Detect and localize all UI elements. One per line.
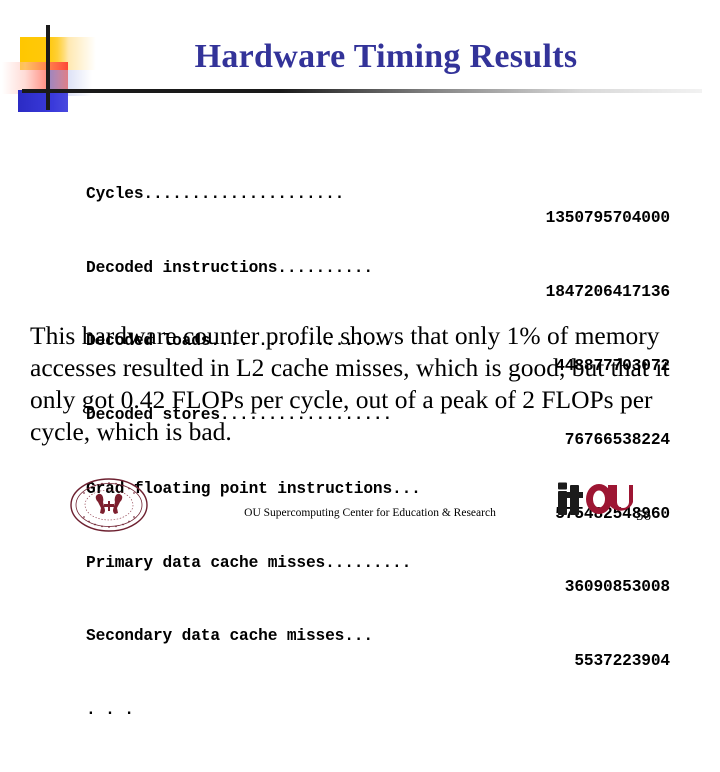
itou-logo xyxy=(556,481,634,521)
deco-horizontal-rule xyxy=(22,89,702,93)
body-paragraph: This hardware counter profile shows that… xyxy=(30,321,670,446)
listing-row: Cycles..................... 135079570400… xyxy=(86,157,670,228)
listing-row-label: . . . xyxy=(86,701,134,720)
university-seal-icon xyxy=(66,474,152,536)
listing-row: . . . xyxy=(86,674,670,719)
listing-row-value: 1847206417136 xyxy=(545,283,670,302)
listing-row-label: Cycles..................... xyxy=(86,184,345,203)
page-title: Hardware Timing Results xyxy=(194,38,578,75)
footer-organization-label: OU Supercomputing Center for Education &… xyxy=(244,507,496,519)
page-number: 56 xyxy=(636,508,651,524)
listing-row-value: 5537223904 xyxy=(574,652,670,671)
listing-row-value: 1350795704000 xyxy=(545,209,670,228)
listing-row-value: 36090853008 xyxy=(564,578,670,597)
listing-row: Primary data cache misses......... 36090… xyxy=(86,526,670,597)
listing-row-label: Decoded instructions.......... xyxy=(86,258,373,277)
listing-row-label: Primary data cache misses......... xyxy=(86,553,412,572)
listing-row: Decoded instructions.......... 184720641… xyxy=(86,231,670,302)
listing-row-label: Secondary data cache misses... xyxy=(86,627,373,646)
listing-row: Grad floating point instructions... 5754… xyxy=(86,452,670,523)
listing-row: Secondary data cache misses... 553722390… xyxy=(86,600,670,670)
deco-blue-square xyxy=(18,90,68,112)
